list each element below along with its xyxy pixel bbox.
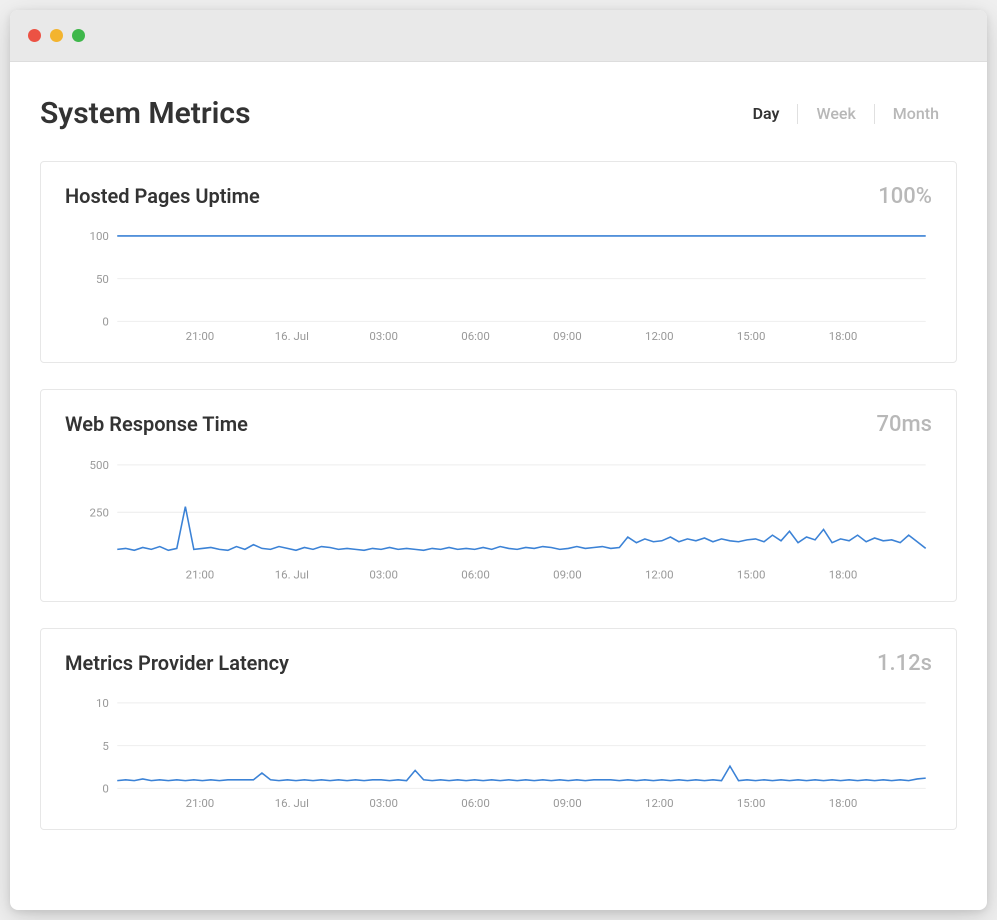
svg-text:21:00: 21:00 — [186, 568, 215, 582]
svg-text:16. Jul: 16. Jul — [275, 568, 309, 582]
chart-svg: 0 50 100 21:00 16. Jul 03:00 06:00 09:00 12:00 15… — [65, 219, 932, 344]
card-header: Metrics Provider Latency 1.12s — [65, 651, 932, 676]
svg-text:09:00: 09:00 — [553, 568, 582, 582]
svg-text:16. Jul: 16. Jul — [275, 796, 309, 810]
svg-text:18:00: 18:00 — [829, 329, 858, 343]
svg-text:10: 10 — [96, 696, 109, 710]
svg-text:18:00: 18:00 — [829, 796, 858, 810]
svg-text:21:00: 21:00 — [186, 329, 215, 343]
chart-latency: 0 5 10 21:00 16. Jul 03:00 06:00 09:00 12:00 15:0… — [65, 686, 932, 811]
svg-text:03:00: 03:00 — [369, 568, 398, 582]
card-value: 100% — [878, 184, 932, 209]
svg-text:500: 500 — [90, 458, 109, 472]
svg-text:100: 100 — [90, 229, 109, 243]
svg-text:12:00: 12:00 — [645, 329, 674, 343]
card-header: Web Response Time 70ms — [65, 412, 932, 437]
minimize-icon[interactable] — [50, 29, 63, 42]
svg-text:03:00: 03:00 — [369, 796, 398, 810]
card-title: Web Response Time — [65, 412, 248, 436]
svg-text:09:00: 09:00 — [553, 329, 582, 343]
time-range-picker: Day Week Month — [735, 104, 957, 124]
svg-text:15:00: 15:00 — [737, 329, 766, 343]
card-title: Metrics Provider Latency — [65, 651, 289, 675]
window-titlebar — [10, 10, 987, 62]
svg-text:250: 250 — [90, 506, 109, 520]
svg-text:15:00: 15:00 — [737, 568, 766, 582]
svg-text:12:00: 12:00 — [645, 568, 674, 582]
svg-text:06:00: 06:00 — [461, 329, 490, 343]
app-window: System Metrics Day Week Month Hosted Pag… — [10, 10, 987, 910]
chart-svg: 0 5 10 21:00 16. Jul 03:00 06:00 09:00 12:00 15:0… — [65, 686, 932, 811]
chart-uptime: 0 50 100 21:00 16. Jul 03:00 06:00 09:00 12:00 15… — [65, 219, 932, 344]
close-icon[interactable] — [28, 29, 41, 42]
svg-text:15:00: 15:00 — [737, 796, 766, 810]
page-title: System Metrics — [40, 96, 251, 131]
svg-text:0: 0 — [102, 782, 108, 796]
chart-series-line — [117, 507, 925, 551]
svg-text:50: 50 — [96, 272, 109, 286]
chart-svg: 250 500 21:00 16. Jul 03:00 06:00 09:00 12:00 15… — [65, 447, 932, 583]
card-value: 1.12s — [877, 651, 932, 676]
svg-text:0: 0 — [102, 315, 108, 329]
page-content: System Metrics Day Week Month Hosted Pag… — [10, 62, 987, 910]
svg-text:5: 5 — [102, 739, 108, 753]
svg-text:06:00: 06:00 — [461, 796, 490, 810]
svg-text:21:00: 21:00 — [186, 796, 215, 810]
metric-card-uptime: Hosted Pages Uptime 100% 0 50 100 21:00 16. … — [40, 161, 957, 363]
svg-text:06:00: 06:00 — [461, 568, 490, 582]
range-day[interactable]: Day — [735, 104, 798, 123]
range-month[interactable]: Month — [875, 104, 957, 123]
svg-text:16. Jul: 16. Jul — [275, 329, 309, 343]
svg-text:09:00: 09:00 — [553, 796, 582, 810]
chart-series-line — [117, 766, 925, 781]
card-title: Hosted Pages Uptime — [65, 184, 260, 208]
range-week[interactable]: Week — [798, 104, 873, 123]
maximize-icon[interactable] — [72, 29, 85, 42]
chart-response-time: 250 500 21:00 16. Jul 03:00 06:00 09:00 12:00 15… — [65, 447, 932, 583]
metric-card-response-time: Web Response Time 70ms 250 500 21:00 16. Ju… — [40, 389, 957, 602]
page-header: System Metrics Day Week Month — [40, 96, 957, 131]
svg-text:18:00: 18:00 — [829, 568, 858, 582]
card-header: Hosted Pages Uptime 100% — [65, 184, 932, 209]
svg-text:12:00: 12:00 — [645, 796, 674, 810]
svg-text:03:00: 03:00 — [369, 329, 398, 343]
card-value: 70ms — [877, 412, 933, 437]
metric-card-latency: Metrics Provider Latency 1.12s 0 5 10 21:00… — [40, 628, 957, 830]
